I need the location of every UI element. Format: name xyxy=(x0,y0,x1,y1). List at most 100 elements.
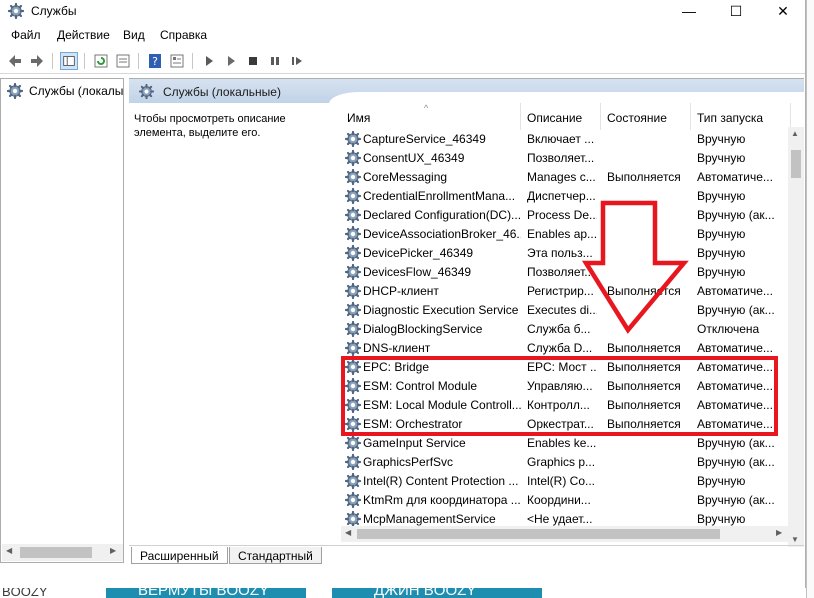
refresh-icon[interactable] xyxy=(92,52,110,70)
tree-item-local-services[interactable]: Службы (локалы xyxy=(5,82,125,100)
column-header-status[interactable]: Состояние xyxy=(601,103,691,130)
service-gear-icon xyxy=(345,150,361,166)
title-bar[interactable]: Службы — ☐ ✕ xyxy=(0,0,805,24)
service-row[interactable]: ESM: Control Module Управляю... Выполняетс… xyxy=(341,377,791,396)
scroll-left-arrow-icon[interactable]: ◀ xyxy=(6,546,12,555)
service-row[interactable]: DialogBlockingService Служба б... Отключен… xyxy=(341,320,791,339)
service-row[interactable]: Intel(R) Content Protection ... Intel(R) … xyxy=(341,472,791,491)
scroll-right-arrow-icon[interactable]: ▶ xyxy=(110,546,116,555)
services-window: Службы — ☐ ✕ Файл Действие Вид Справка ?… xyxy=(0,0,806,588)
service-description: <Не удает... xyxy=(527,512,593,526)
service-startup-type: Вручную xyxy=(697,227,746,241)
details-pane: Службы (локальные) Чтобы просмотреть опи… xyxy=(129,78,804,564)
pause-service-icon[interactable] xyxy=(266,52,284,70)
menu-action[interactable]: Действие xyxy=(57,28,110,42)
service-startup-type: Вручную xyxy=(697,151,746,165)
service-name: CoreMessaging xyxy=(363,170,448,184)
service-name: Declared Configuration(DC)... xyxy=(363,208,521,222)
menu-view[interactable]: Вид xyxy=(123,28,145,42)
service-gear-icon xyxy=(345,378,361,394)
service-row[interactable]: CredentialEnrollmentMana... Диспетчер... В… xyxy=(341,187,791,206)
services-gear-icon xyxy=(7,83,23,99)
close-button[interactable]: ✕ xyxy=(760,0,805,24)
menu-help[interactable]: Справка xyxy=(160,28,207,42)
service-name: CaptureService_46349 xyxy=(363,132,486,146)
service-name: DevicePicker_46349 xyxy=(363,246,474,260)
service-name: GraphicsPerfSvc xyxy=(363,455,454,469)
service-gear-icon xyxy=(345,454,361,470)
column-header-description[interactable]: Описание xyxy=(521,103,601,130)
service-row[interactable]: GameInput Service Enables ke... Вручную (а… xyxy=(341,434,791,453)
service-row[interactable]: Declared Configuration(DC)... Process De.… xyxy=(341,206,791,225)
forward-arrow-icon[interactable] xyxy=(28,52,46,70)
banner-gin[interactable]: ДЖИН BOOZY xyxy=(332,588,542,598)
service-row[interactable]: ESM: Local Module Controll... Контролл...… xyxy=(341,396,791,415)
tree-horizontal-scrollbar[interactable]: ◀ ▶ xyxy=(2,544,123,561)
service-row[interactable]: ConsentUX_46349 Позволяет... Вручную xyxy=(341,149,791,168)
service-row[interactable]: DHCP-клиент Регистрир... Выполняется Автома… xyxy=(341,282,791,301)
service-gear-icon xyxy=(345,207,361,223)
service-gear-icon xyxy=(345,169,361,185)
service-row[interactable]: CoreMessaging Manages c... Выполняется Авто… xyxy=(341,168,791,187)
service-startup-type: Вручную (ак... xyxy=(697,436,775,450)
service-startup-type: Автоматиче... xyxy=(697,417,773,431)
service-startup-type: Вручную (ак... xyxy=(697,493,775,507)
service-row[interactable]: DevicePicker_46349 Эта польз... Вручную xyxy=(341,244,791,263)
service-row[interactable]: DevicesFlow_46349 Позволяет... Вручную xyxy=(341,263,791,282)
service-name: Diagnostic Execution Service xyxy=(363,303,519,317)
service-row[interactable]: DNS-клиент Служба D... Выполняется Автомати… xyxy=(341,339,791,358)
help-icon[interactable]: ? xyxy=(146,52,164,70)
service-name: ESM: Control Module xyxy=(363,379,478,393)
tab-extended[interactable]: Расширенный xyxy=(131,547,228,564)
menu-file[interactable]: Файл xyxy=(11,28,41,42)
service-startup-type: Автоматиче... xyxy=(697,398,773,412)
details-header-title: Службы (локальные) xyxy=(163,85,281,99)
back-arrow-icon[interactable] xyxy=(6,52,24,70)
stop-service-icon[interactable] xyxy=(244,52,262,70)
tab-standard[interactable]: Стандартный xyxy=(229,547,322,564)
service-status: Выполняется xyxy=(607,398,681,412)
service-row[interactable]: ESM: Orchestrator Оркестрат... Выполняется… xyxy=(341,415,791,434)
start-service-icon[interactable] xyxy=(200,52,218,70)
export-list-icon[interactable] xyxy=(114,52,132,70)
list-vertical-scrollbar[interactable]: ▲ ▼ xyxy=(788,127,804,547)
restart-service-icon[interactable] xyxy=(288,52,306,70)
service-status: Выполняется xyxy=(607,417,681,431)
start-service-alt-icon[interactable] xyxy=(222,52,240,70)
service-row[interactable]: EPC: Bridge EPC: Мост ... Выполняется Автом… xyxy=(341,358,791,377)
tree-scroll-thumb[interactable] xyxy=(20,547,92,558)
window-title: Службы xyxy=(31,4,77,18)
maximize-button[interactable]: ☐ xyxy=(713,0,759,24)
service-description: Graphics p... xyxy=(527,455,596,469)
minimize-button[interactable]: — xyxy=(666,0,712,24)
service-row[interactable]: KtmRm для координатора ... Координи... Вру… xyxy=(341,491,791,510)
service-description: Process De... xyxy=(527,208,597,222)
scroll-left-arrow-icon[interactable]: ◀ xyxy=(345,528,351,537)
services-rows: CaptureService_46349 Включает ... Вручную C… xyxy=(341,130,791,529)
service-gear-icon xyxy=(345,473,361,489)
service-row[interactable]: CaptureService_46349 Включает ... Вручную xyxy=(341,130,791,149)
scroll-down-arrow-icon[interactable]: ▼ xyxy=(791,535,799,544)
service-description: EPC: Мост ... xyxy=(527,360,597,374)
service-gear-icon xyxy=(345,283,361,299)
service-row[interactable]: Diagnostic Execution Service Executes di.… xyxy=(341,301,791,320)
service-startup-type: Автоматиче... xyxy=(697,379,773,393)
column-header-startup-type[interactable]: Тип запуска xyxy=(691,103,791,130)
service-description: Эта польз... xyxy=(527,246,593,260)
service-name: DHCP-клиент xyxy=(363,284,439,298)
service-startup-type: Автоматиче... xyxy=(697,341,773,355)
list-h-scroll-thumb[interactable] xyxy=(357,529,720,539)
show-hide-console-tree-icon[interactable] xyxy=(60,52,78,70)
service-startup-type: Вручную xyxy=(697,132,746,146)
scroll-right-arrow-icon[interactable]: ▶ xyxy=(776,528,782,537)
service-row[interactable]: GraphicsPerfSvc Graphics p... Вручную (ак.… xyxy=(341,453,791,472)
service-row[interactable]: DeviceAssociationBroker_46... Enables ap.… xyxy=(341,225,791,244)
column-header-name[interactable]: Имя xyxy=(341,103,521,130)
details-header: Службы (локальные) xyxy=(129,79,804,104)
banner-vermouth[interactable]: ВЕРМУТЫ BOOZY xyxy=(106,588,306,598)
list-horizontal-scrollbar[interactable]: ◀ ▶ xyxy=(341,526,788,542)
list-scroll-thumb[interactable] xyxy=(791,150,801,178)
service-status: Выполняется xyxy=(607,379,681,393)
properties-icon[interactable] xyxy=(168,52,186,70)
scroll-up-arrow-icon[interactable]: ▲ xyxy=(791,129,799,138)
